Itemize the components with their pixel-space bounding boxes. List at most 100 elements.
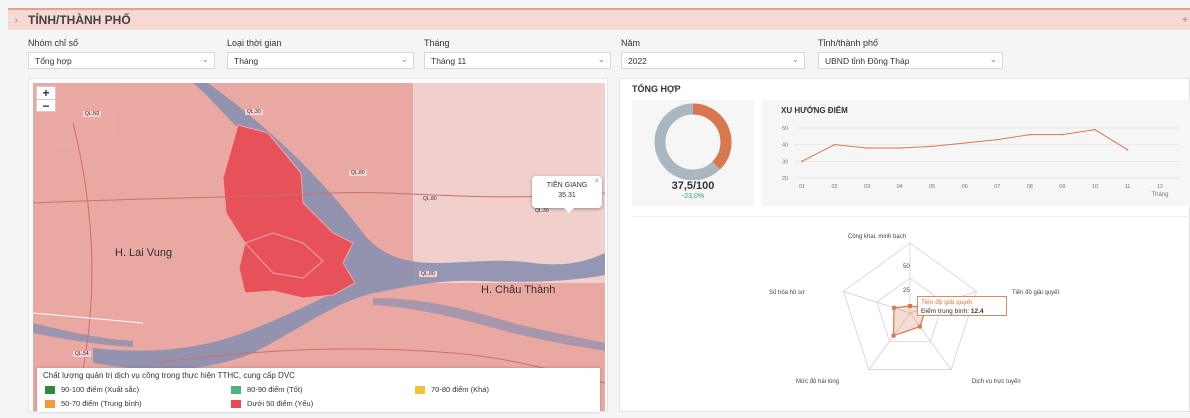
filter-bar: Nhóm chỉ số Tổng hợp ⌄ Loại thời gian Thá… xyxy=(28,38,1028,72)
legend-swatch xyxy=(45,399,55,408)
zoom-out-button[interactable]: − xyxy=(37,99,55,112)
select-value: Tổng hợp xyxy=(35,55,72,66)
road-label: QL.80 xyxy=(349,170,367,176)
legend-item: Dưới 50 điểm (Yếu) xyxy=(231,399,313,408)
radar-point xyxy=(891,333,896,338)
filter-group-province: Tỉnh/thành phố UBND tỉnh Đồng Tháp ⌄ xyxy=(818,38,1003,69)
trend-point xyxy=(866,147,868,149)
radar-tick-label: 25 xyxy=(903,288,910,294)
filter-label: Năm xyxy=(621,38,641,48)
legend-title: Chất lượng quản trị dịch vụ công trong t… xyxy=(43,371,295,380)
map-legend: Chất lượng quản trị dịch vụ công trong t… xyxy=(37,368,600,412)
radar-tick-label: 50 xyxy=(903,264,910,270)
chevron-down-icon: ⌄ xyxy=(400,54,408,64)
legend-label: 80-90 điểm (Tốt) xyxy=(247,385,303,394)
road-label: QL.N2 xyxy=(83,111,102,117)
legend-item: 80-90 điểm (Tốt) xyxy=(231,385,302,394)
x-tick-label: 04 xyxy=(897,184,903,190)
legend-swatch xyxy=(231,399,241,408)
filter-label: Loại thời gian xyxy=(227,38,282,48)
x-tick-label: 03 xyxy=(864,184,870,190)
legend-label: 90-100 điểm (Xuất sắc) xyxy=(61,385,139,394)
radar-axis-label: Công khai, minh bạch xyxy=(848,234,907,240)
select-value: UBND tỉnh Đồng Tháp xyxy=(825,55,910,66)
tooltip-body: Điểm trung bình: 12.4 xyxy=(921,307,1003,316)
trend-point xyxy=(833,143,836,146)
radar-tooltip: Tiến độ giải quyết Điểm trung bình: 12.4 xyxy=(917,296,1007,316)
score-value: 37,5/100 xyxy=(671,180,715,192)
y-tick-label: 50 xyxy=(782,126,788,132)
map-popup: × TIỀN GIANG 35.31 xyxy=(532,176,602,213)
radar-axis-label: Mức độ hài lòng xyxy=(796,379,840,385)
radar-axis-label: Số hóa hồ sơ xyxy=(769,290,805,296)
map-label-chau-thanh: H. Châu Thành xyxy=(481,284,556,296)
filter-group-year: Năm 2022 ⌄ xyxy=(621,38,805,69)
section-header[interactable]: chevron-right-icon › TỈNH/THÀNH PHỐ + xyxy=(8,8,1190,30)
filter-group-month: Tháng Tháng 11 ⌄ xyxy=(424,38,611,69)
select-value: Tháng xyxy=(234,55,259,66)
chevron-right-glyph[interactable]: › xyxy=(8,15,24,26)
chevron-down-icon: ⌄ xyxy=(791,54,799,64)
province-select[interactable]: UBND tỉnh Đồng Tháp ⌄ xyxy=(818,52,1003,69)
score-donut xyxy=(654,103,732,181)
x-tick-label: 01 xyxy=(799,184,805,190)
y-tick-label: 20 xyxy=(782,176,788,182)
trend-point xyxy=(963,142,966,144)
close-icon[interactable]: × xyxy=(594,176,599,186)
trend-chart: 50 40 30 20 01 02 03 04 05 06 07 08 09 10 11 12 Tháng xyxy=(782,126,1180,198)
x-tick-label: 02 xyxy=(831,184,837,190)
trend-point xyxy=(996,138,999,141)
x-tick-label: 06 xyxy=(962,184,968,190)
year-select[interactable]: 2022 ⌄ xyxy=(621,52,805,69)
time-type-select[interactable]: Tháng ⌄ xyxy=(227,52,414,69)
y-tick-label: 30 xyxy=(782,159,788,165)
x-axis-title: Tháng xyxy=(1151,192,1168,198)
legend-swatch xyxy=(415,385,425,394)
radar-point xyxy=(892,305,897,310)
trend-point xyxy=(1094,128,1096,131)
road-label: QL.54 xyxy=(73,351,91,357)
legend-swatch xyxy=(231,385,241,394)
legend-item: 90-100 điểm (Xuất sắc) xyxy=(45,385,139,394)
x-tick-label: 11 xyxy=(1125,184,1131,190)
x-tick-label: 07 xyxy=(994,184,1000,190)
chevron-down-icon: ⌄ xyxy=(201,54,209,64)
zoom-control: + − xyxy=(36,86,56,112)
expand-icon[interactable]: + xyxy=(1182,15,1188,26)
trend-point xyxy=(898,147,901,149)
radar-axis-label: Tiến độ giải quyết xyxy=(1012,290,1060,296)
trend-line xyxy=(801,129,1128,162)
summary-title: TỔNG HỢP xyxy=(632,84,681,94)
trend-point xyxy=(931,145,933,148)
road-label: QL.80 xyxy=(419,271,437,277)
month-select[interactable]: Tháng 11 ⌄ xyxy=(424,52,611,69)
road-label: QL.30 xyxy=(245,109,263,115)
legend-label: Dưới 50 điểm (Yếu) xyxy=(247,399,314,408)
x-tick-label: 09 xyxy=(1059,184,1065,190)
popup-name: TIỀN GIANG xyxy=(546,182,588,189)
tooltip-title: Tiến độ giải quyết xyxy=(921,299,973,306)
radar-point xyxy=(917,324,922,329)
filter-group-index: Nhóm chỉ số Tổng hợp ⌄ xyxy=(28,38,215,69)
filter-group-time-type: Loại thời gian Tháng ⌄ xyxy=(227,38,414,69)
legend-swatch xyxy=(45,385,55,394)
radar-box xyxy=(632,216,1190,412)
x-tick-label: 10 xyxy=(1092,184,1098,190)
index-group-select[interactable]: Tổng hợp ⌄ xyxy=(28,52,215,69)
section-title: TỈNH/THÀNH PHỐ xyxy=(28,13,131,27)
select-value: 2022 xyxy=(628,55,647,66)
chevron-down-icon: ⌄ xyxy=(989,54,997,64)
trend-point xyxy=(1126,148,1129,151)
legend-item: 50-70 điểm (Trung bình) xyxy=(45,399,142,408)
radar-axis-label: Dịch vụ trực tuyến xyxy=(972,379,1021,385)
legend-item: 70-80 điểm (Khá) xyxy=(415,385,489,394)
radar-point xyxy=(908,304,912,308)
legend-label: 50-70 điểm (Trung bình) xyxy=(61,399,142,408)
x-tick-label: 05 xyxy=(929,184,935,190)
radar-chart xyxy=(843,242,977,370)
filter-label: Tháng xyxy=(424,38,450,48)
zoom-in-button[interactable]: + xyxy=(37,87,55,99)
trend-title: XU HƯỚNG ĐIỂM xyxy=(781,106,848,115)
map-panel[interactable]: H. Lai Vung H. Châu Thành QL.30 QL.N2 QL… xyxy=(28,78,608,412)
trend-point xyxy=(1029,133,1031,136)
